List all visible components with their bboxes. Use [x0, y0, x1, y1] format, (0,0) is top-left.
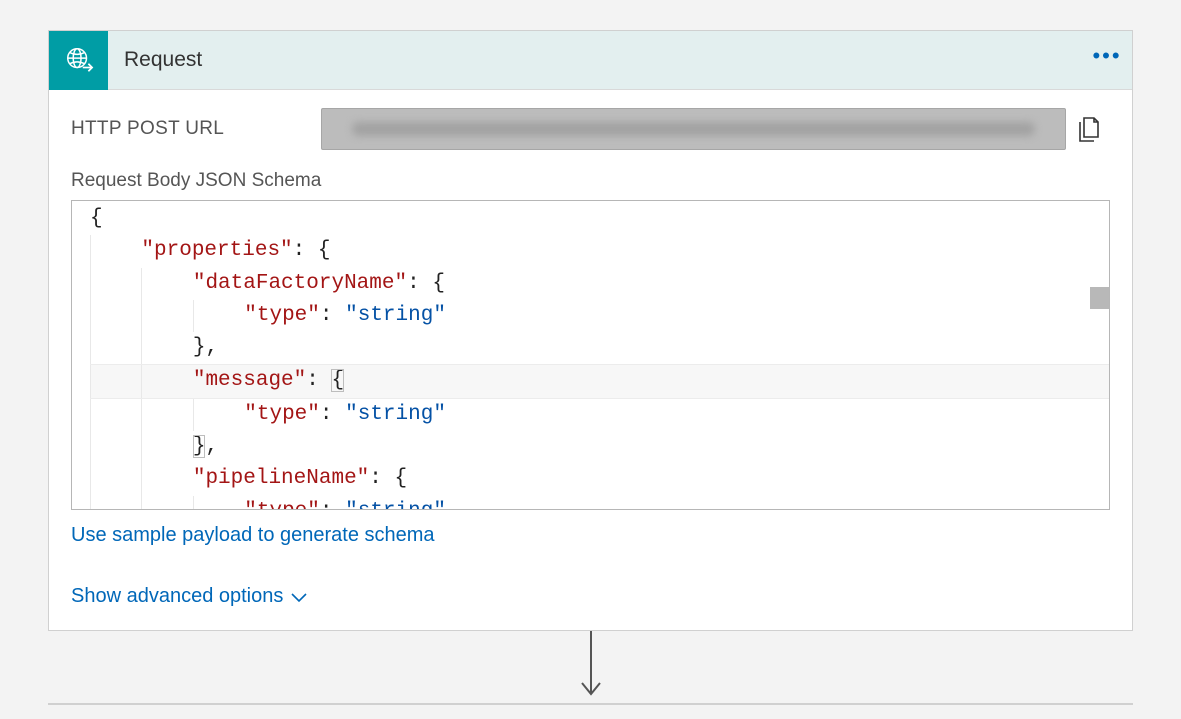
next-card-edge — [48, 703, 1133, 705]
globe-arrow-icon — [49, 31, 108, 90]
code-content: { "properties": { "dataFactoryName": { "… — [72, 201, 1109, 510]
arrow-down-icon — [576, 631, 606, 703]
flow-connector — [48, 631, 1133, 703]
card-body: HTTP POST URL Request Body JSON Schema {… — [49, 90, 1132, 630]
card-header: Request ••• — [49, 31, 1132, 90]
http-post-url-field[interactable] — [321, 108, 1066, 150]
chevron-down-icon — [289, 590, 309, 604]
ellipsis-icon: ••• — [1092, 43, 1121, 69]
card-menu-button[interactable]: ••• — [1082, 43, 1132, 77]
card-title: Request — [108, 48, 1082, 72]
schema-label: Request Body JSON Schema — [71, 170, 1110, 192]
http-post-url-label: HTTP POST URL — [71, 118, 321, 140]
copy-url-button[interactable] — [1066, 115, 1110, 143]
url-redacted — [352, 122, 1036, 136]
show-advanced-options[interactable]: Show advanced options — [71, 585, 1110, 608]
copy-icon — [1075, 115, 1101, 143]
advanced-options-label: Show advanced options — [71, 585, 283, 608]
json-schema-editor[interactable]: { "properties": { "dataFactoryName": { "… — [71, 200, 1110, 510]
sample-payload-link[interactable]: Use sample payload to generate schema — [71, 524, 435, 546]
http-post-url-row: HTTP POST URL — [71, 108, 1110, 150]
request-card: Request ••• HTTP POST URL Request Body J… — [48, 30, 1133, 631]
